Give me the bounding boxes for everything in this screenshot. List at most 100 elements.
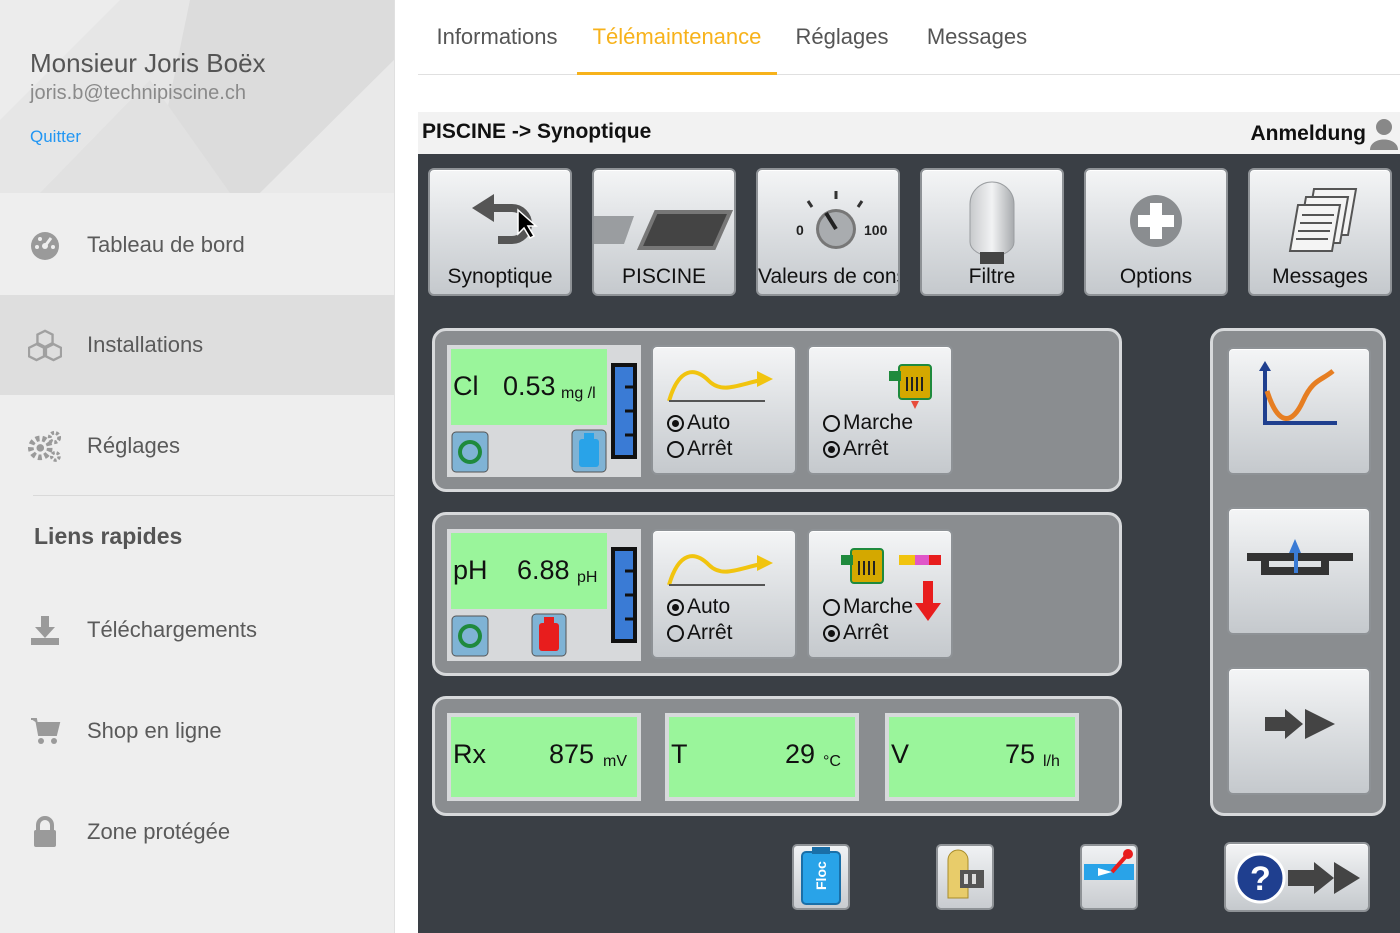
radio-dot	[667, 598, 684, 616]
tab-telemaintenance[interactable]: Télémaintenance	[577, 0, 777, 75]
dial-max-label: 100	[864, 222, 888, 238]
chlorine-canister-icon[interactable]	[571, 429, 607, 473]
chlorine-regulation-button[interactable]: Auto Arrêt	[651, 345, 797, 475]
run-radio[interactable]: Marche	[823, 411, 913, 435]
regulation-curve-icon	[667, 370, 773, 402]
fast-forward-icon	[1265, 709, 1335, 739]
cubes-icon	[28, 328, 62, 362]
stop-radio[interactable]: Arrêt	[667, 621, 733, 645]
stop-radio[interactable]: Arrêt	[823, 621, 889, 645]
options-button[interactable]: Options	[1084, 168, 1228, 296]
button-label: Messages	[1272, 265, 1368, 288]
temperature-name: T	[671, 739, 688, 769]
chlorine-panel: Cl 0.53 mg /l Auto Arrêt Marche Arrêt	[432, 328, 1122, 492]
dial-min-label: 0	[796, 222, 804, 238]
filter-button[interactable]: Filtre	[920, 168, 1064, 296]
run-label: Marche	[843, 411, 914, 434]
ph-panel: pH 6.88 pH Auto Arrêt Marche Arrêt	[432, 512, 1122, 676]
gears-icon	[28, 429, 62, 463]
tab-informations[interactable]: Informations	[418, 0, 576, 75]
radio-dot	[823, 440, 840, 458]
ph-name: pH	[453, 555, 488, 585]
documents-icon	[1250, 176, 1390, 266]
chlorine-pump-button[interactable]: Marche Arrêt	[807, 345, 953, 475]
ph-pump-button[interactable]: Marche Arrêt	[807, 529, 953, 659]
pipe-valve-icon	[1247, 539, 1353, 575]
sensor-icon[interactable]	[451, 431, 489, 473]
stop-radio[interactable]: Arrêt	[667, 437, 733, 461]
hmi-path: PISCINE -> Synoptique	[422, 120, 652, 143]
help-next-button[interactable]: ?	[1224, 842, 1370, 912]
svg-text:?: ?	[1250, 860, 1271, 898]
floc-button[interactable]: Floc	[792, 844, 850, 910]
flow-measure[interactable]: V 75 l/h	[885, 713, 1079, 801]
button-label: PISCINE	[621, 265, 707, 288]
chlorine-measure[interactable]: Cl 0.53 mg /l	[447, 345, 641, 477]
ph-measure[interactable]: pH 6.88 pH	[447, 529, 641, 661]
radio-dot	[667, 624, 684, 642]
download-icon	[28, 613, 62, 647]
injection-button[interactable]	[1080, 844, 1138, 910]
sidebar-item-label: Tableau de bord	[87, 232, 245, 257]
synoptique-button[interactable]: Synoptique	[428, 168, 572, 296]
temperature-value: 29	[785, 739, 816, 769]
ph-regulation-button[interactable]: Auto Arrêt	[651, 529, 797, 659]
auto-label: Auto	[687, 595, 731, 618]
redox-name: Rx	[453, 739, 486, 769]
chlorine-value: 0.53	[503, 371, 556, 401]
next-page-button[interactable]	[1227, 667, 1371, 795]
button-label: Options	[1119, 265, 1193, 288]
flow-value: 75	[1005, 739, 1036, 769]
auto-radio[interactable]: Auto	[667, 595, 730, 619]
ph-canister-icon[interactable]	[531, 613, 567, 657]
button-label: Filtre	[968, 265, 1016, 288]
redox-unit: mV	[603, 753, 627, 770]
sidebar-item-settings[interactable]: Réglages	[0, 396, 394, 496]
plus-icon	[1086, 176, 1226, 266]
user-email: joris.b@technipiscine.ch	[30, 82, 246, 104]
auto-radio[interactable]: Auto	[667, 411, 730, 435]
remote-hmi-screen[interactable]: PISCINE -> Synoptique Anmeldung Synoptiq…	[418, 112, 1400, 933]
trend-chart-icon	[1259, 361, 1337, 425]
ph-unit: pH	[577, 569, 598, 586]
hmi-header: PISCINE -> Synoptique Anmeldung	[418, 112, 1400, 154]
profile-header: Monsieur Joris Boëx joris.b@technipiscin…	[0, 0, 394, 193]
tab-settings[interactable]: Réglages	[784, 0, 900, 75]
pump-button[interactable]	[936, 844, 994, 910]
tab-messages[interactable]: Messages	[912, 0, 1042, 75]
run-radio[interactable]: Marche	[823, 595, 913, 619]
quick-link-protected[interactable]: Zone protégée	[0, 782, 394, 882]
piscine-button[interactable]: PISCINE	[592, 168, 736, 296]
quit-link[interactable]: Quitter	[30, 127, 81, 147]
auto-label: Auto	[687, 411, 731, 434]
messages-button[interactable]: Messages	[1248, 168, 1392, 296]
quick-link-shop[interactable]: Shop en ligne	[0, 681, 394, 781]
floc-canister-icon: Floc	[801, 847, 841, 905]
stop-radio[interactable]: Arrêt	[823, 437, 889, 461]
pool-icon	[594, 176, 734, 266]
quick-link-downloads[interactable]: Téléchargements	[0, 580, 394, 680]
sidebar-item-label: Réglages	[87, 433, 180, 458]
quick-link-label: Zone protégée	[87, 819, 231, 844]
user-icon[interactable]	[1370, 118, 1398, 150]
sidebar-item-installations[interactable]: Installations	[0, 295, 394, 395]
measures-panel: Rx 875 mV T 29 °C V 75 l/h	[432, 696, 1122, 816]
lock-icon	[28, 815, 62, 849]
temperature-measure[interactable]: T 29 °C	[665, 713, 859, 801]
sidebar-item-dashboard[interactable]: Tableau de bord	[0, 195, 394, 295]
redox-measure[interactable]: Rx 875 mV	[447, 713, 641, 801]
tab-bar: Informations Télémaintenance Réglages Me…	[418, 0, 1400, 75]
navigation-panel	[1210, 328, 1386, 816]
setpoints-button[interactable]: 0 100 Valeurs de consigne	[756, 168, 900, 296]
help-forward-icon: ?	[1234, 852, 1360, 904]
chart-button[interactable]	[1227, 347, 1371, 475]
sensor-icon[interactable]	[451, 615, 489, 657]
back-arrow-icon	[430, 176, 570, 266]
stop-label: Arrêt	[687, 621, 733, 644]
ph-value: 6.88	[517, 555, 570, 585]
hydraulic-button[interactable]	[1227, 507, 1371, 635]
quick-link-label: Téléchargements	[87, 617, 257, 642]
login-button[interactable]: Anmeldung	[1251, 122, 1367, 146]
injection-icon	[1084, 849, 1134, 880]
run-label: Marche	[843, 595, 914, 618]
